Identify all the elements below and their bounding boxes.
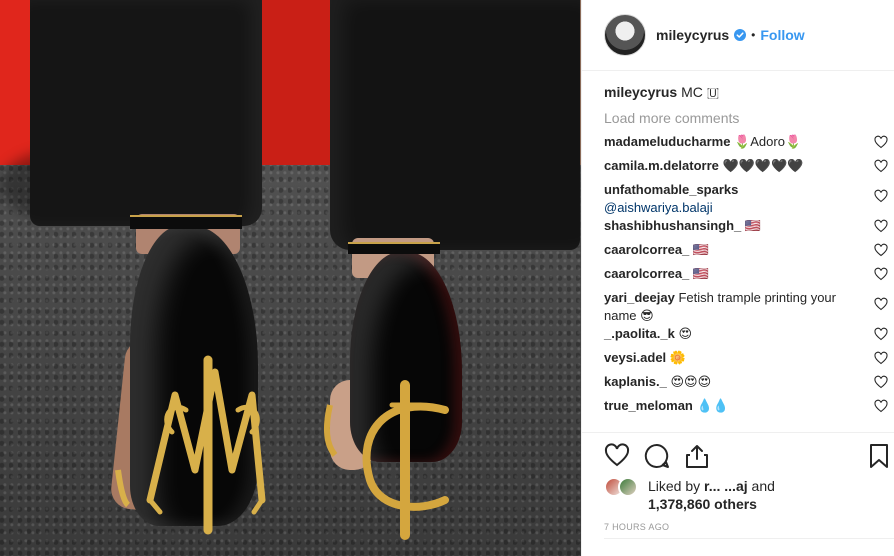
comment-row: camila.m.delatorre 🖤🖤🖤🖤🖤 — [604, 154, 888, 178]
comment-like-heart-icon[interactable] — [874, 243, 888, 257]
comment-text: 😍😍😍 — [670, 374, 712, 389]
post-timestamp[interactable]: 7 HOURS AGO — [604, 522, 669, 532]
follow-button[interactable]: Follow — [760, 27, 804, 43]
verified-badge-icon — [734, 29, 747, 41]
comment-username[interactable]: caarolcorrea_ — [604, 242, 689, 257]
comment-row: true_meloman 💧💧 — [604, 394, 888, 418]
comment-username[interactable]: shashibhushansingh_ — [604, 218, 741, 233]
comment-row: caarolcorrea_ 🇺🇸 — [604, 262, 888, 286]
comment-text: 🌼 — [669, 350, 686, 365]
comment-row: madameluducharme 🌷Adoro🌷 — [604, 130, 888, 154]
post-photo[interactable] — [0, 0, 581, 556]
post-actions: Liked by r... ...aj and 1,378,860 others… — [582, 432, 894, 556]
comment-row: veysi.adel 🌼 — [604, 346, 888, 370]
load-more-comments-button[interactable]: Load more comments — [604, 106, 888, 130]
comment-username[interactable]: veysi.adel — [604, 350, 666, 365]
comment-username[interactable]: unfathomable_sparks — [604, 182, 738, 197]
comment-like-heart-icon[interactable] — [874, 351, 888, 365]
comment-like-heart-icon[interactable] — [874, 399, 888, 413]
comment-username[interactable]: caarolcorrea_ — [604, 266, 689, 281]
comment-text: 🇺🇸 — [692, 266, 710, 281]
comment-like-heart-icon[interactable] — [874, 327, 888, 341]
comment-icon[interactable] — [644, 443, 670, 469]
header-username[interactable]: mileycyrus — [656, 27, 729, 43]
separator-dot: • — [751, 28, 756, 42]
share-icon[interactable] — [684, 443, 710, 469]
comment-like-heart-icon[interactable] — [874, 219, 888, 233]
comment-mention-link[interactable]: @aishwariya.balaji — [604, 200, 713, 215]
comment-username[interactable]: madameluducharme — [604, 134, 730, 149]
comment-like-heart-icon[interactable] — [874, 297, 888, 311]
liker-avatar[interactable] — [618, 477, 638, 497]
comment-username[interactable]: kaplanis._ — [604, 374, 667, 389]
comment-text: 🇺🇸 — [744, 218, 762, 233]
comment-row: caarolcorrea_ 🇺🇸 — [604, 238, 888, 262]
likes-and: and — [751, 478, 775, 494]
comment-row: yari_deejay Fetish trample printing your… — [604, 286, 888, 323]
comment-row: unfathomable_sparks @aishwariya.balaji — [604, 178, 888, 215]
avatar[interactable] — [604, 14, 646, 56]
comment-like-heart-icon[interactable] — [874, 159, 888, 173]
post-sidebar: mileycyrus • Follow mileycyrus MC 🇺 Load… — [581, 0, 894, 556]
comment-text: 🌷Adoro🌷 — [734, 134, 802, 149]
comments-list: mileycyrus MC 🇺 Load more comments madam… — [604, 82, 888, 418]
likes-summary: Liked by r... ...aj and 1,378,860 others — [604, 477, 894, 517]
comment-username[interactable]: camila.m.delatorre — [604, 158, 719, 173]
likes-text: Liked by r... ...aj and 1,378,860 others — [648, 477, 775, 513]
comment-text: 💧💧 — [696, 398, 729, 413]
heart-icon[interactable] — [604, 443, 630, 469]
comment-like-heart-icon[interactable] — [874, 375, 888, 389]
liker-avatars — [604, 477, 644, 499]
post-header: mileycyrus • Follow — [582, 0, 894, 71]
comment-like-heart-icon[interactable] — [874, 135, 888, 149]
comment-username[interactable]: _.paolita._k — [604, 326, 675, 341]
comment-like-heart-icon[interactable] — [874, 267, 888, 281]
likes-liker[interactable]: r... ...aj — [704, 478, 748, 494]
likes-count[interactable]: 1,378,860 others — [648, 496, 757, 512]
caption-username[interactable]: mileycyrus — [604, 84, 677, 100]
post-caption: mileycyrus MC 🇺 — [604, 82, 888, 106]
gold-monogram-heels — [115, 355, 449, 540]
bookmark-icon[interactable] — [868, 443, 890, 469]
comment-text: 🖤🖤🖤🖤🖤 — [722, 158, 804, 173]
action-bar — [604, 443, 894, 473]
comment-username[interactable]: true_meloman — [604, 398, 693, 413]
caption-text: MC 🇺 — [681, 84, 720, 100]
comment-text: 😍 — [678, 326, 692, 341]
comment-username[interactable]: yari_deejay — [604, 290, 675, 305]
comment-row: _.paolita._k 😍 — [604, 322, 888, 346]
comment-text: 🇺🇸 — [692, 242, 710, 257]
comment-row: kaplanis._ 😍😍😍 — [604, 370, 888, 394]
likes-prefix: Liked by — [648, 478, 701, 494]
add-comment-divider — [604, 538, 894, 539]
comment-like-heart-icon[interactable] — [874, 189, 888, 203]
comment-row: shashibhushansingh_ 🇺🇸 — [604, 214, 888, 238]
